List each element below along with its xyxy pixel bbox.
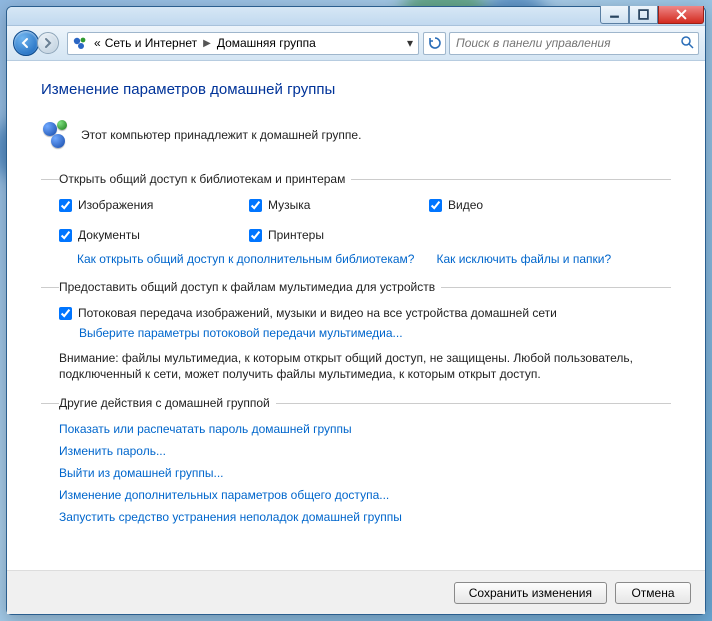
chk-stream[interactable]: Потоковая передача изображений, музыки и… xyxy=(59,306,653,320)
search-input[interactable] xyxy=(450,36,676,50)
chk-images[interactable]: Изображения xyxy=(59,198,249,212)
forward-button[interactable] xyxy=(37,32,59,54)
fieldset-stream: Предоставить общий доступ к файлам мульт… xyxy=(41,280,671,388)
back-button[interactable] xyxy=(13,30,39,56)
chk-images-box[interactable] xyxy=(59,199,72,212)
address-bar[interactable]: « Сеть и Интернет ▶ Домашняя группа ▾ xyxy=(67,32,419,55)
chk-printers[interactable]: Принтеры xyxy=(249,228,429,242)
chk-images-label: Изображения xyxy=(78,198,153,212)
chk-printers-box[interactable] xyxy=(249,229,262,242)
chk-documents-box[interactable] xyxy=(59,229,72,242)
legend-stream: Предоставить общий доступ к файлам мульт… xyxy=(59,280,441,294)
chk-music-box[interactable] xyxy=(249,199,262,212)
footer: Сохранить изменения Отмена xyxy=(7,570,705,614)
breadcrumb-seg-homegroup[interactable]: Домашняя группа xyxy=(215,36,318,50)
titlebar xyxy=(7,7,705,26)
chk-printers-label: Принтеры xyxy=(268,228,324,242)
breadcrumb-seg-network[interactable]: Сеть и Интернет xyxy=(103,36,199,50)
link-stream-options[interactable]: Выберите параметры потоковой передачи му… xyxy=(79,326,403,340)
nav-toolbar: « Сеть и Интернет ▶ Домашняя группа ▾ xyxy=(7,26,705,61)
stream-warning: Внимание: файлы мультимедиа, к которым о… xyxy=(59,350,653,382)
link-leave-homegroup[interactable]: Выйти из домашней группы... xyxy=(59,466,653,480)
page-title: Изменение параметров домашней группы xyxy=(41,81,671,98)
close-button[interactable] xyxy=(658,6,704,24)
minimize-button[interactable] xyxy=(600,6,629,24)
content-pane: Изменение параметров домашней группы Это… xyxy=(7,61,705,570)
link-change-password[interactable]: Изменить пароль... xyxy=(59,444,653,458)
link-troubleshoot[interactable]: Запустить средство устранения неполадок … xyxy=(59,510,653,524)
chk-music-label: Музыка xyxy=(268,198,310,212)
chk-documents-label: Документы xyxy=(78,228,140,242)
window: « Сеть и Интернет ▶ Домашняя группа ▾ Из… xyxy=(6,6,706,615)
breadcrumb-prefix: « xyxy=(92,36,103,50)
save-button[interactable]: Сохранить изменения xyxy=(454,582,607,604)
maximize-button[interactable] xyxy=(629,6,658,24)
cancel-button[interactable]: Отмена xyxy=(615,582,691,604)
link-exclude-files[interactable]: Как исключить файлы и папки? xyxy=(436,252,611,266)
chk-video-label: Видео xyxy=(448,198,483,212)
link-advanced-sharing[interactable]: Изменение дополнительных параметров обще… xyxy=(59,488,653,502)
chk-documents[interactable]: Документы xyxy=(59,228,249,242)
homegroup-large-icon xyxy=(41,120,71,150)
window-controls xyxy=(600,6,704,24)
fieldset-libraries: Открыть общий доступ к библиотекам и при… xyxy=(41,172,671,272)
chk-stream-label: Потоковая передача изображений, музыки и… xyxy=(78,306,557,320)
link-show-password[interactable]: Показать или распечатать пароль домашней… xyxy=(59,422,653,436)
chevron-right-icon: ▶ xyxy=(203,38,211,49)
search-box[interactable] xyxy=(449,32,699,55)
legend-libraries: Открыть общий доступ к библиотекам и при… xyxy=(59,172,351,186)
refresh-button[interactable] xyxy=(423,32,446,55)
legend-other: Другие действия с домашней группой xyxy=(59,396,276,410)
chk-video[interactable]: Видео xyxy=(429,198,609,212)
fieldset-other: Другие действия с домашней группой Показ… xyxy=(41,396,671,538)
chk-stream-box[interactable] xyxy=(59,307,72,320)
link-more-libraries[interactable]: Как открыть общий доступ к дополнительны… xyxy=(77,252,414,266)
belong-row: Этот компьютер принадлежит к домашней гр… xyxy=(41,120,671,150)
address-dropdown[interactable]: ▾ xyxy=(402,36,418,50)
chk-music[interactable]: Музыка xyxy=(249,198,429,212)
search-icon[interactable] xyxy=(676,35,698,52)
homegroup-icon xyxy=(72,35,88,51)
chk-video-box[interactable] xyxy=(429,199,442,212)
belong-text: Этот компьютер принадлежит к домашней гр… xyxy=(81,128,361,142)
